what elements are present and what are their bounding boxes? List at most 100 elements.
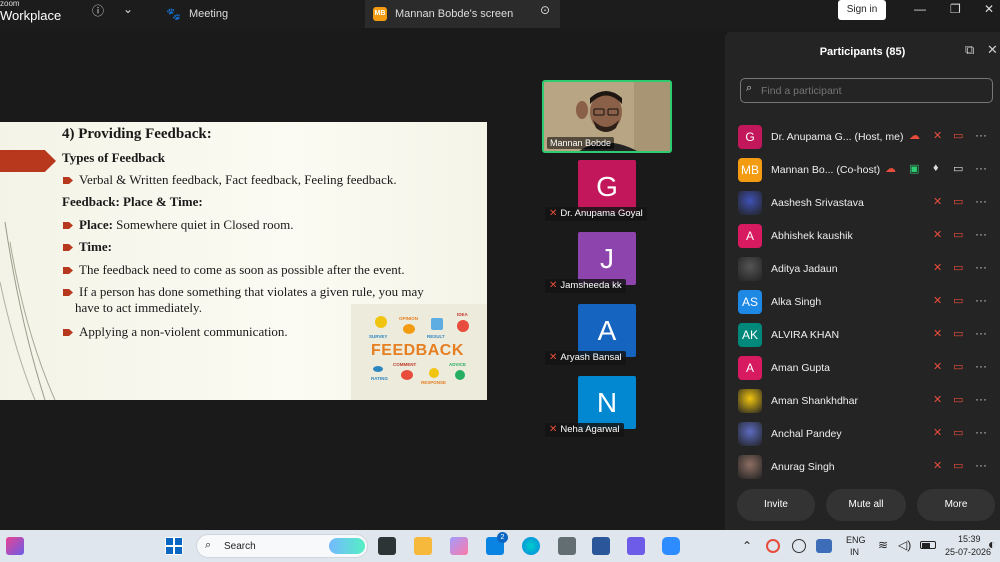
time-label: Time:: [79, 239, 112, 254]
taskbar-search-label: Search: [224, 541, 256, 552]
participant-more-icon[interactable]: ···: [975, 425, 987, 439]
video-off-icon[interactable]: ▭: [953, 327, 963, 340]
bluetooth-icon[interactable]: [816, 539, 832, 553]
participant-row[interactable]: Anchal Pandey ✕ ▭ ···: [725, 417, 1000, 450]
restore-icon[interactable]: ❐: [950, 2, 961, 16]
participant-row[interactable]: AS Alka Singh ✕ ▭ ···: [725, 285, 1000, 318]
bullet-icon: [63, 222, 73, 229]
participant-more-icon[interactable]: ···: [975, 293, 987, 307]
avatar: [738, 191, 762, 215]
video-tile-a[interactable]: A: [578, 304, 636, 357]
participant-row[interactable]: MB Mannan Bo... (Co-host) ☁ ▣ ♦ ▭ ···: [725, 153, 1000, 186]
mic-icon[interactable]: ♦: [933, 162, 939, 174]
copilot-icon[interactable]: [450, 537, 468, 555]
video-off-icon[interactable]: ▭: [953, 294, 963, 307]
battery-icon[interactable]: [920, 541, 936, 549]
search-icon: ⌕: [205, 539, 212, 551]
video-tile-j[interactable]: J: [578, 232, 636, 285]
participant-name: Anchal Pandey: [771, 428, 842, 440]
mic-muted-icon[interactable]: ✕: [933, 426, 942, 439]
share-screen-icon[interactable]: ▣: [909, 162, 919, 175]
video-off-icon[interactable]: ▭: [953, 228, 963, 241]
participant-more-icon[interactable]: ···: [975, 128, 987, 142]
invite-button[interactable]: Invite: [737, 489, 815, 521]
mic-muted-icon[interactable]: ✕: [933, 261, 942, 274]
video-off-icon[interactable]: ▭: [953, 393, 963, 406]
task-view-icon[interactable]: [378, 537, 396, 555]
participant-more-icon[interactable]: ···: [975, 326, 987, 340]
more-button[interactable]: More: [917, 489, 995, 521]
cloud-record-icon[interactable]: ☁: [909, 129, 920, 142]
shared-slide: 4) Providing Feedback: Types of Feedback…: [0, 122, 487, 400]
participant-row[interactable]: Anurag Singh ✕ ▭ ···: [725, 450, 1000, 483]
participant-search-input[interactable]: [740, 78, 993, 103]
start-icon[interactable]: [165, 537, 183, 555]
video-off-icon[interactable]: ▭: [953, 360, 963, 373]
participant-more-icon[interactable]: ···: [975, 458, 987, 472]
video-tile-n[interactable]: N: [578, 376, 636, 429]
video-icon[interactable]: ▭: [953, 162, 963, 175]
participant-more-icon[interactable]: ···: [975, 359, 987, 373]
participant-more-icon[interactable]: ···: [975, 194, 987, 208]
clock-time[interactable]: 15:39: [958, 534, 981, 544]
word-icon[interactable]: [592, 537, 610, 555]
participant-row[interactable]: A Aman Gupta ✕ ▭ ···: [725, 351, 1000, 384]
video-off-icon[interactable]: ▭: [953, 261, 963, 274]
participant-row[interactable]: A Abhishek kaushik ✕ ▭ ···: [725, 219, 1000, 252]
popout-icon[interactable]: ⧉: [965, 42, 974, 58]
minimize-icon[interactable]: —: [914, 2, 926, 16]
participant-more-icon[interactable]: ···: [975, 161, 987, 175]
clock-date[interactable]: 25-07-2026: [945, 547, 991, 557]
file-explorer-icon[interactable]: [414, 537, 432, 555]
video-off-icon[interactable]: ▭: [953, 195, 963, 208]
tab-meeting[interactable]: 🐾 Meeting: [160, 0, 360, 28]
video-off-icon[interactable]: ▭: [953, 129, 963, 142]
wifi-icon[interactable]: ≋: [878, 538, 888, 552]
mic-muted-icon[interactable]: ✕: [933, 294, 942, 307]
participant-row[interactable]: Aashesh Srivastava ✕ ▭ ···: [725, 186, 1000, 219]
chevron-up-icon[interactable]: ⌃: [742, 539, 752, 553]
photos-icon[interactable]: [627, 537, 645, 555]
participant-more-icon[interactable]: ···: [975, 392, 987, 406]
mic-muted-icon[interactable]: ✕: [933, 195, 942, 208]
language-region[interactable]: IN: [850, 547, 859, 557]
edge-icon[interactable]: [522, 537, 540, 555]
participant-more-icon[interactable]: ···: [975, 227, 987, 241]
sign-in-button[interactable]: Sign in: [838, 0, 886, 20]
chevron-down-icon[interactable]: ⌄: [123, 2, 133, 16]
video-off-icon[interactable]: ▭: [953, 426, 963, 439]
mic-muted-icon[interactable]: ✕: [933, 129, 942, 142]
mic-muted-icon: ✕: [549, 280, 558, 291]
participant-more-icon[interactable]: ···: [975, 260, 987, 274]
close-window-icon[interactable]: ✕: [984, 2, 994, 16]
network-off-icon[interactable]: [792, 539, 806, 553]
participant-row[interactable]: Aditya Jadaun ✕ ▭ ···: [725, 252, 1000, 285]
store-icon[interactable]: 2: [486, 532, 508, 555]
notification-icon[interactable]: ◐: [988, 536, 996, 552]
mute-all-button[interactable]: Mute all: [826, 489, 906, 521]
close-icon[interactable]: ✕: [987, 42, 998, 58]
video-tile-mannan[interactable]: Mannan Bobde: [542, 80, 672, 153]
mic-muted-icon[interactable]: ✕: [933, 327, 942, 340]
sync-icon[interactable]: [766, 539, 780, 553]
language-code[interactable]: ENG: [846, 535, 866, 545]
participant-row[interactable]: AK ALVIRA KHAN ✕ ▭ ···: [725, 318, 1000, 351]
zoom-app-icon[interactable]: [662, 537, 680, 555]
participant-row[interactable]: G Dr. Anupama G... (Host, me) ☁ ✕ ▭ ···: [725, 120, 1000, 153]
mic-muted-icon[interactable]: ✕: [933, 393, 942, 406]
lightbulb-icon: [457, 320, 469, 332]
more-options-icon[interactable]: ⊙: [540, 3, 550, 17]
widgets-icon[interactable]: [6, 537, 24, 555]
cloud-record-icon[interactable]: ☁: [885, 162, 896, 175]
mic-muted-icon[interactable]: ✕: [933, 459, 942, 472]
mic-muted-icon[interactable]: ✕: [933, 360, 942, 373]
snipping-tool-icon[interactable]: [558, 537, 576, 555]
participant-row[interactable]: Aman Shankhdhar ✕ ▭ ···: [725, 384, 1000, 417]
taskbar-search-box[interactable]: ⌕ Search: [196, 534, 368, 558]
info-icon[interactable]: ⓘ: [92, 2, 104, 19]
video-tile-g[interactable]: G: [578, 160, 636, 213]
mic-muted-icon[interactable]: ✕: [933, 228, 942, 241]
volume-icon[interactable]: ◁): [898, 538, 911, 552]
tab-shared-screen[interactable]: MB Mannan Bobde's screen: [365, 0, 560, 28]
video-off-icon[interactable]: ▭: [953, 459, 963, 472]
